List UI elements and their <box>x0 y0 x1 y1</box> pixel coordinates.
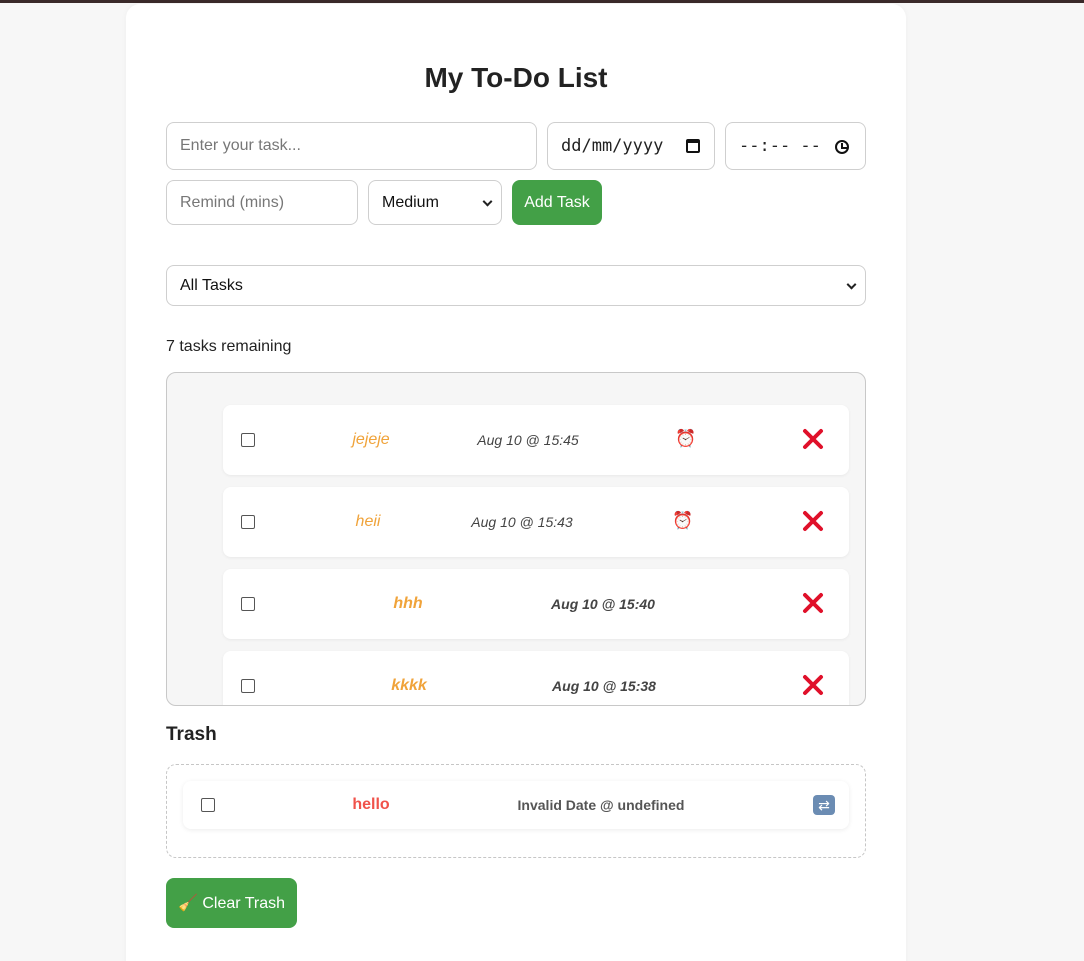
calendar-icon[interactable] <box>686 139 700 153</box>
tasks-remaining-count: 7 tasks remaining <box>166 338 292 355</box>
restore-icon[interactable]: ⇄ <box>813 795 835 815</box>
task-date: Aug 10 @ 15:40 <box>551 596 655 612</box>
date-input[interactable]: dd/mm/yyyy <box>547 122 715 170</box>
task-row: kkkk Aug 10 @ 15:38 <box>223 651 849 705</box>
filter-selected-value: All Tasks <box>180 276 243 294</box>
trash-row: hello Invalid Date @ undefined ⇄ <box>183 781 849 829</box>
priority-select[interactable]: Medium <box>368 180 502 225</box>
filter-select[interactable]: All Tasks <box>166 265 866 306</box>
task-input[interactable]: Enter your task... <box>166 122 537 170</box>
trash-task-name: hello <box>352 796 390 813</box>
trash-checkbox[interactable] <box>201 798 215 812</box>
task-name: hhh <box>393 595 423 612</box>
task-checkbox[interactable] <box>241 515 255 529</box>
delete-x-icon[interactable] <box>801 427 825 451</box>
add-task-button[interactable]: Add Task <box>512 180 602 225</box>
task-row: heii Aug 10 @ 15:43 ⏰ <box>223 487 849 557</box>
task-date: Aug 10 @ 15:45 <box>477 432 579 448</box>
delete-x-icon[interactable] <box>801 673 825 697</box>
time-input[interactable]: --:-- -- <box>725 122 866 170</box>
todo-card: My To-Do List Enter your task... dd/mm/y… <box>126 4 906 961</box>
priority-selected-value: Medium <box>382 193 439 211</box>
page-title: My To-Do List <box>424 62 608 93</box>
task-checkbox[interactable] <box>241 679 255 693</box>
chevron-down-icon <box>482 196 493 207</box>
task-row: jejeje Aug 10 @ 15:45 ⏰ <box>223 405 849 475</box>
clock-icon[interactable] <box>835 140 849 154</box>
task-input-placeholder: Enter your task... <box>180 137 301 154</box>
date-input-placeholder: dd/mm/yyyy <box>561 136 664 156</box>
delete-x-icon[interactable] <box>801 509 825 533</box>
task-name: kkkk <box>391 677 427 694</box>
task-date: Aug 10 @ 15:43 <box>471 514 573 530</box>
clear-trash-button[interactable]: 🧹 Clear Trash <box>166 878 297 928</box>
task-checkbox[interactable] <box>241 433 255 447</box>
trash-list: hello Invalid Date @ undefined ⇄ <box>166 764 866 858</box>
task-row: hhh Aug 10 @ 15:40 <box>223 569 849 639</box>
time-input-placeholder: --:-- -- <box>739 136 821 156</box>
trash-task-date: Invalid Date @ undefined <box>517 797 685 813</box>
task-checkbox[interactable] <box>241 597 255 611</box>
remind-input[interactable]: Remind (mins) <box>166 180 358 225</box>
trash-heading: Trash <box>166 724 217 745</box>
task-list[interactable]: jejeje Aug 10 @ 15:45 ⏰ heii Aug 10 @ 15… <box>166 372 866 706</box>
top-strip <box>0 0 1084 3</box>
remind-input-placeholder: Remind (mins) <box>180 193 285 211</box>
chevron-down-icon <box>846 279 857 290</box>
task-name: heii <box>355 513 381 530</box>
alarm-clock-icon: ⏰ <box>672 511 694 530</box>
delete-x-icon[interactable] <box>801 591 825 615</box>
task-date: Aug 10 @ 15:38 <box>552 678 656 694</box>
alarm-clock-icon: ⏰ <box>675 429 697 448</box>
task-name: jejeje <box>352 431 390 448</box>
